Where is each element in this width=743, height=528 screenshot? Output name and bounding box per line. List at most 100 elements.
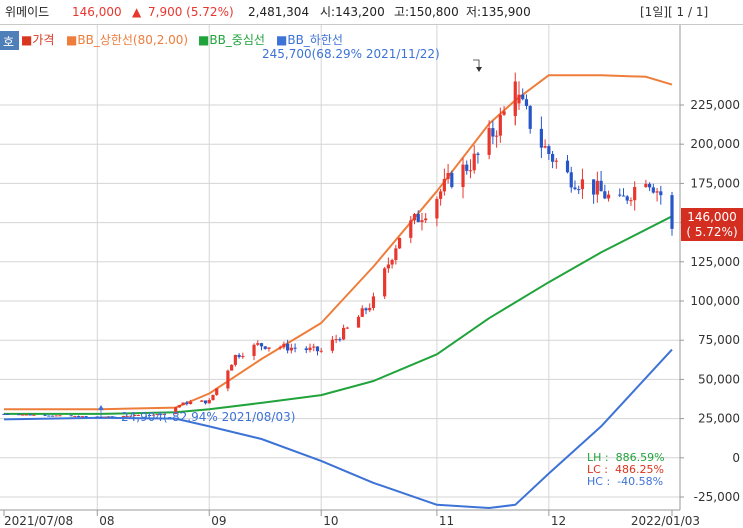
candle-body <box>84 416 88 418</box>
candle-body <box>312 346 316 348</box>
candle-body <box>394 248 398 261</box>
y-tick-label: 50,000 <box>698 372 740 386</box>
candle-body <box>233 354 237 365</box>
candle-body <box>651 187 655 193</box>
candle-body <box>308 347 312 351</box>
candle-body <box>95 416 99 418</box>
candle-body <box>267 347 271 349</box>
candle-body <box>476 153 480 155</box>
current-price: 146,000 <box>72 5 122 19</box>
x-tick-label: 08 <box>99 514 114 528</box>
candle-body <box>659 191 663 196</box>
candle-body <box>491 128 495 137</box>
y-tick-label: 25,000 <box>698 412 740 426</box>
y-tick-label: 175,000 <box>690 176 740 190</box>
x-tick-label: 10 <box>323 514 338 528</box>
candle-body <box>450 172 454 188</box>
legend: ■가격 ■BB_상한선(80,2.00) ■BB_중심선 ■BB_하한선 <box>21 33 343 47</box>
candle-body <box>397 237 402 249</box>
x-tick-label: 12 <box>551 514 566 528</box>
candle-body <box>28 414 32 416</box>
candle-body <box>17 414 21 416</box>
quote-header: 위메이드 146,000 ▲ 7,900 (5.72%) 2,481,304 시… <box>0 0 743 25</box>
y-tick-label: 125,000 <box>690 255 740 269</box>
y-tick-label: 0 <box>732 451 740 465</box>
candle-body <box>24 414 28 416</box>
candle-body <box>6 413 10 415</box>
x-tick-label: 09 <box>211 514 226 528</box>
candle-body <box>565 160 570 173</box>
candle-body <box>80 416 84 418</box>
candle-body <box>241 355 245 357</box>
candle-body <box>364 308 368 311</box>
page-selector[interactable]: [1일][ 1 / 1] <box>640 0 708 24</box>
candle-body <box>606 194 611 199</box>
volume: 2,481,304 <box>248 5 310 19</box>
candle-body <box>69 415 73 417</box>
candle-body <box>319 350 323 352</box>
candle-body <box>77 415 81 417</box>
candle-body <box>468 170 473 172</box>
x-tick-label: 2022/01/03 <box>631 514 700 528</box>
candle-body <box>592 179 596 195</box>
candle-body <box>517 94 521 104</box>
candle-body <box>200 400 204 402</box>
candle-body <box>215 388 219 395</box>
candle-body <box>644 183 648 188</box>
candle-body <box>487 128 491 155</box>
candle-body <box>21 414 25 416</box>
candle-body <box>655 191 659 193</box>
candle-body <box>252 344 256 356</box>
candle-body <box>386 264 390 269</box>
candle-body <box>43 414 47 416</box>
candle-body <box>371 296 376 308</box>
candle-body <box>648 183 652 188</box>
low-annotation-label: 24,904(-82.94% 2021/08/03) <box>121 410 295 424</box>
legend-upper-band: ■BB_상한선(80,2.00) <box>66 33 188 47</box>
candle-body <box>282 343 286 348</box>
candle-body <box>577 189 581 191</box>
candle-body <box>435 198 439 219</box>
candle-body <box>341 327 346 340</box>
candle-body <box>550 153 555 162</box>
x-tick-label: 11 <box>439 514 454 528</box>
candle-body <box>185 402 189 405</box>
candle-body <box>259 343 264 347</box>
candle-body <box>207 400 211 404</box>
candle-body <box>543 146 547 148</box>
candle-body <box>461 164 465 188</box>
candle-body <box>315 346 320 352</box>
candle-body <box>539 128 543 148</box>
candle-body <box>181 402 185 406</box>
x-tick-label: 2021/07/08 <box>4 514 73 528</box>
candle-body <box>237 354 241 357</box>
candle-body <box>32 414 36 416</box>
last-price-change: ( 5.72%) <box>686 225 737 239</box>
candle-body <box>633 187 637 201</box>
candle-body <box>416 213 420 223</box>
candle-body <box>498 114 502 136</box>
candle-body <box>188 401 193 405</box>
legend-lower-band: ■BB_하한선 <box>276 33 343 47</box>
candle-body <box>345 327 349 329</box>
y-tick-label: 200,000 <box>690 137 740 151</box>
candle-body <box>670 195 674 229</box>
candle-body <box>293 347 297 349</box>
legend-price: ■가격 <box>21 33 54 47</box>
candle-body <box>495 135 499 137</box>
candle-body <box>286 343 290 351</box>
price-change: 7,900 (5.72%) <box>148 5 234 19</box>
candle-body <box>47 415 51 417</box>
candle-body <box>211 394 215 401</box>
candle-body <box>547 146 551 154</box>
candle-body <box>2 413 6 415</box>
candle-body <box>528 105 532 129</box>
y-tick-label: 75,000 <box>698 333 740 347</box>
y-tick-label: 100,000 <box>690 294 740 308</box>
candle-body <box>569 172 573 188</box>
candle-body <box>439 191 443 199</box>
last-price-tag: 146,000 ( 5.72%) <box>681 208 743 241</box>
candle-body <box>618 194 622 196</box>
candle-body <box>521 94 525 100</box>
candle-body <box>54 415 58 417</box>
